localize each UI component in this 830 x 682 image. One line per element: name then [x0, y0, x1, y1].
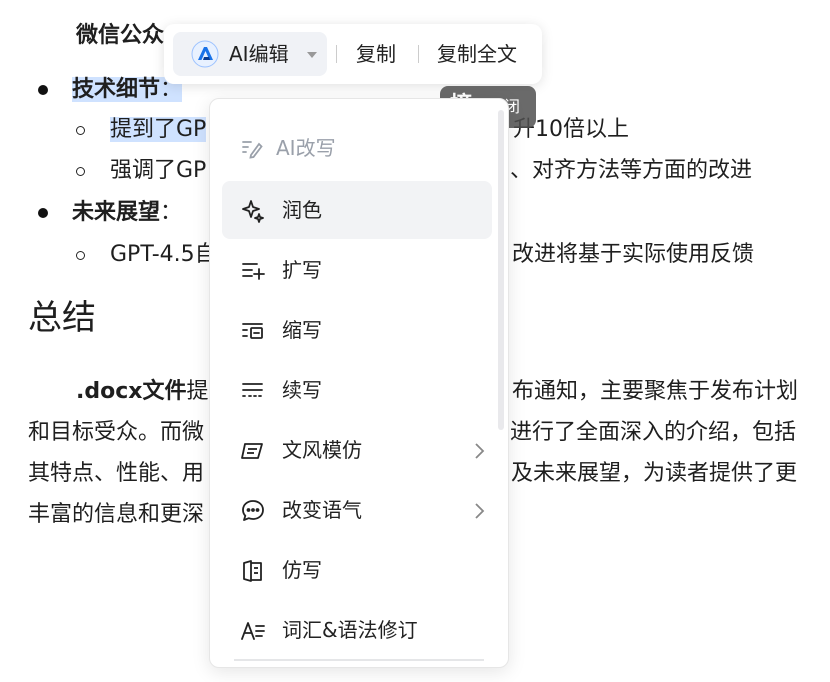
selection-toolbar: AI编辑 复制 复制全文: [164, 24, 542, 84]
menu-scrollbar[interactable]: [498, 110, 504, 430]
bullet-dot: [38, 208, 48, 218]
doc-heading-fragment: 微信公众: [76, 23, 165, 48]
sub-bullet: [76, 251, 85, 260]
sub-item-text: 提到了GP: [110, 117, 207, 142]
bullet-label: 未来展望: [72, 200, 161, 225]
menu-item-expand[interactable]: 扩写: [222, 241, 492, 299]
menu-item-label: 扩写: [282, 258, 322, 282]
paragraph-line-3-right: 及未来展望，为读者提供了更: [511, 461, 798, 486]
menu-item-label: 改变语气: [282, 498, 362, 522]
copy-button[interactable]: 复制: [356, 40, 396, 68]
menu-item-change-tone[interactable]: 改变语气: [222, 481, 492, 539]
menu-item-label: 文风模仿: [282, 438, 362, 462]
chevron-right-icon: [475, 503, 485, 519]
style-imitate-icon: [241, 443, 263, 459]
paragraph-bold: .docx文件: [76, 379, 187, 404]
bullet-label: 技术细节: [72, 77, 161, 102]
paragraph-text: 提: [186, 379, 209, 404]
chevron-down-icon: [307, 52, 317, 58]
menu-item-grammar[interactable]: 词汇&语法修订: [222, 601, 492, 659]
menu-item-style-imitate[interactable]: 文风模仿: [222, 421, 492, 479]
continue-lines-icon: [242, 383, 263, 397]
expand-lines-icon: [242, 263, 265, 280]
ai-edit-menu: AI改写 润色 扩写 缩写 续写 文风模仿 改变语气 仿写 词汇&语法修订: [209, 98, 509, 668]
paragraph-line-1-left: .docx文件提: [76, 376, 208, 408]
menu-item-shrink[interactable]: 缩写: [222, 301, 492, 359]
bullet-item-future: 未来展望：: [72, 197, 182, 229]
grammar-icon: [241, 622, 265, 640]
copy-all-button[interactable]: 复制全文: [437, 40, 517, 68]
menu-item-imitate-writing[interactable]: 仿写: [222, 541, 492, 599]
bullet-dot: [38, 85, 48, 95]
menu-item-polish[interactable]: 润色: [222, 181, 492, 239]
sub-item-right: 改进将基于实际使用反馈: [512, 242, 755, 267]
sub-item-left: GPT-4.5自: [110, 242, 217, 267]
paragraph-line-1-right: 布通知，主要聚焦于发布计划: [512, 379, 799, 404]
menu-header-label: AI改写: [276, 136, 336, 160]
paragraph-line-4-left: 丰富的信息和更深: [28, 502, 205, 527]
sparkle-icon: [242, 200, 264, 223]
chat-bubble-icon: [242, 500, 264, 521]
chevron-right-icon: [475, 443, 485, 459]
menu-item-label: 润色: [282, 198, 322, 222]
menu-item-continue[interactable]: 续写: [222, 361, 492, 419]
sub-item-left: 强调了GP: [110, 158, 207, 183]
copy-doc-icon: [243, 560, 262, 582]
summary-title: 总结: [28, 298, 96, 338]
toolbar-divider: [336, 45, 337, 63]
rewrite-pen-icon: [242, 141, 263, 159]
sub-item-right: 、对齐方法等方面的改进: [510, 158, 753, 183]
paragraph-line-3-left: 其特点、性能、用: [28, 461, 205, 486]
menu-item-label: 续写: [282, 378, 322, 402]
toolbar-divider: [418, 45, 419, 63]
menu-divider: [234, 659, 484, 661]
bullet-sep: ：: [160, 200, 183, 225]
paragraph-line-2-right: 进行了全面深入的介绍，包括: [510, 420, 797, 445]
shrink-lines-icon: [242, 323, 263, 339]
ai-logo-icon: [191, 40, 219, 68]
menu-item-label: 仿写: [282, 558, 322, 582]
ai-edit-label: AI编辑: [229, 42, 289, 66]
ai-edit-button[interactable]: AI编辑: [173, 32, 327, 76]
sub-item-left: 提到了GP: [110, 114, 207, 146]
menu-item-label: 缩写: [282, 318, 322, 342]
sub-bullet: [76, 126, 85, 135]
paragraph-line-2-left: 和目标受众。而微: [28, 420, 205, 445]
menu-item-label: 词汇&语法修订: [282, 618, 418, 642]
sub-bullet: [76, 167, 85, 176]
